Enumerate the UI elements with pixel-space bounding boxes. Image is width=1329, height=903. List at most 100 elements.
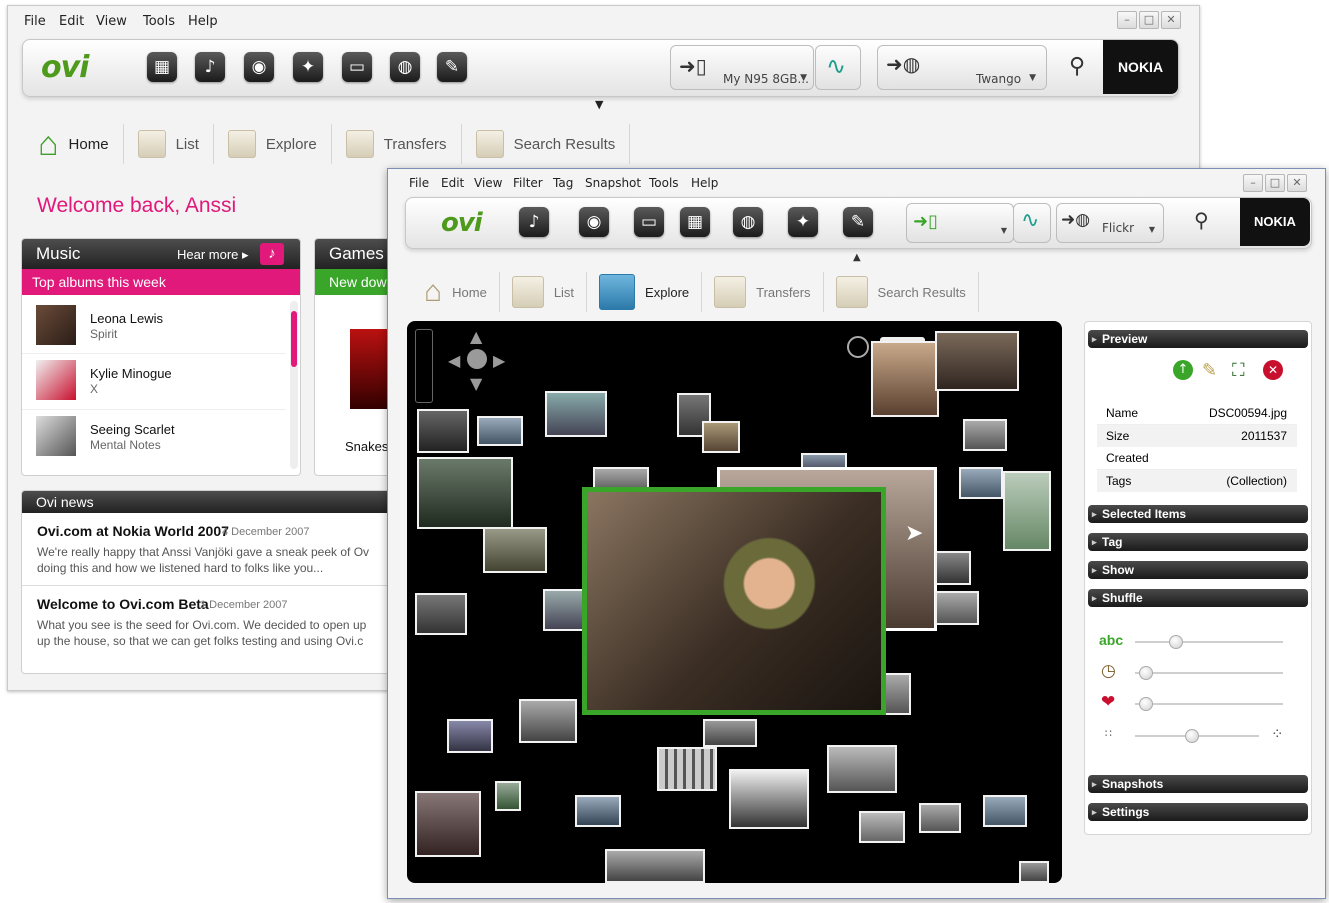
menu-snapshot[interactable]: Snapshot (585, 176, 641, 190)
photo-thumbnail[interactable] (827, 745, 897, 793)
service-selector[interactable]: ➜◍ Twango ▼ (877, 45, 1047, 90)
music-note-icon[interactable]: ♪ (260, 243, 284, 265)
maximize-button[interactable]: □ (1139, 11, 1159, 29)
photo-thumbnail[interactable] (417, 409, 469, 453)
maximize-button[interactable]: □ (1265, 174, 1285, 192)
tab-search-results[interactable]: Search Results (824, 272, 979, 312)
settings-accordion[interactable]: Settings (1088, 803, 1308, 821)
sync-button[interactable]: ∿ (815, 45, 861, 90)
menu-file[interactable]: File (409, 176, 429, 190)
menu-file[interactable]: File (24, 14, 46, 29)
slider-knob[interactable] (1139, 666, 1153, 680)
photo-thumbnail[interactable] (1003, 471, 1051, 551)
menu-edit[interactable]: Edit (441, 176, 464, 190)
photo-thumbnail[interactable] (963, 419, 1007, 451)
show-accordion[interactable]: Show (1088, 561, 1308, 579)
tab-explore[interactable]: Explore (587, 272, 703, 312)
search-icon[interactable]: ⚲ (1194, 208, 1209, 232)
rotate-icon[interactable] (847, 336, 869, 358)
fit-icon[interactable]: ⛶ (1232, 360, 1245, 381)
grid-icon[interactable]: ▦ (147, 52, 177, 82)
photo-thumbnail[interactable] (415, 593, 467, 635)
menu-view[interactable]: View (96, 14, 127, 29)
photo-thumbnail[interactable] (919, 803, 961, 833)
sync-button[interactable]: ∿ (1013, 203, 1051, 243)
tab-transfers[interactable]: Transfers (702, 272, 824, 312)
pan-up-icon[interactable]: ▲ (470, 327, 482, 346)
photo-thumbnail[interactable] (417, 457, 513, 529)
photo-thumbnail[interactable] (935, 331, 1019, 391)
compass-icon[interactable]: ✦ (788, 207, 818, 237)
monitor-icon[interactable]: ▭ (342, 52, 372, 82)
photo-thumbnail[interactable] (447, 719, 493, 753)
photo-thumbnail[interactable] (495, 781, 521, 811)
photo-thumbnail[interactable] (415, 791, 481, 857)
minimize-button[interactable]: – (1243, 174, 1263, 192)
menu-view[interactable]: View (474, 176, 502, 190)
photo-thumbnail[interactable] (871, 341, 939, 417)
menu-edit[interactable]: Edit (59, 14, 84, 29)
tab-list[interactable]: List (124, 124, 214, 164)
tab-transfers[interactable]: Transfers (332, 124, 462, 164)
tag-icon[interactable]: ✎ (1202, 360, 1217, 381)
photo-thumbnail[interactable] (959, 467, 1003, 499)
album-scrollbar[interactable] (290, 301, 298, 469)
tab-home[interactable]: ⌂ Home (412, 272, 500, 312)
shuffle-accordion[interactable]: Shuffle (1088, 589, 1308, 607)
menu-tools[interactable]: Tools (143, 14, 175, 29)
zoom-slider[interactable] (415, 329, 433, 403)
slider-knob[interactable] (1185, 729, 1199, 743)
menu-tools[interactable]: Tools (649, 176, 679, 190)
scrollbar-thumb[interactable] (291, 311, 297, 367)
photo-thumbnail[interactable] (605, 849, 705, 883)
wrench-icon[interactable]: ✎ (437, 52, 467, 82)
pan-right-icon[interactable]: ▶ (493, 351, 505, 370)
selected-photo[interactable] (582, 487, 886, 715)
collapse-arrow-icon[interactable]: ▲ (853, 252, 861, 263)
menu-filter[interactable]: Filter (513, 176, 543, 190)
tab-search-results[interactable]: Search Results (462, 124, 631, 164)
news-headline[interactable]: Ovi.com at Nokia World 2007 (37, 523, 229, 539)
close-button[interactable]: ✕ (1287, 174, 1307, 192)
list-item[interactable]: Kylie Minogue X (22, 354, 286, 410)
compass-icon[interactable]: ✦ (293, 52, 323, 82)
camera-icon[interactable]: ◉ (244, 52, 274, 82)
globe-icon[interactable]: ◍ (733, 207, 763, 237)
hear-more-link[interactable]: Hear more ▸ (177, 247, 249, 263)
photo-thumbnail[interactable] (477, 416, 523, 446)
photo-thumbnail[interactable] (703, 719, 757, 747)
alphabetical-slider[interactable] (1135, 635, 1283, 649)
monitor-icon[interactable]: ▭ (634, 207, 664, 237)
photo-thumbnail[interactable] (729, 769, 809, 829)
game-title[interactable]: Snakes (345, 439, 388, 454)
list-item[interactable]: Leona Lewis Spirit (22, 299, 286, 354)
camera-icon[interactable]: ◉ (579, 207, 609, 237)
slider-knob[interactable] (1169, 635, 1183, 649)
size-slider[interactable] (1135, 729, 1259, 743)
photo-thumbnail[interactable] (543, 589, 587, 631)
preview-accordion[interactable]: Preview (1088, 330, 1308, 348)
list-item[interactable]: Seeing Scarlet Mental Notes (22, 410, 286, 465)
search-icon[interactable]: ⚲ (1069, 54, 1085, 79)
photo-thumbnail[interactable] (702, 421, 740, 453)
tag-accordion[interactable]: Tag (1088, 533, 1308, 551)
device-selector[interactable]: ➜▯ My N95 8GB... ▼ (670, 45, 814, 90)
upload-icon[interactable]: ↑ (1173, 360, 1193, 380)
photo-thumbnail[interactable] (859, 811, 905, 843)
news-item[interactable]: Ovi.com at Nokia World 2007 4 December 2… (22, 513, 442, 586)
minimize-button[interactable]: – (1117, 11, 1137, 29)
tab-home[interactable]: ⌂ Home (24, 124, 124, 164)
photo-thumbnail[interactable] (1019, 861, 1049, 883)
music-icon[interactable]: ♪ (195, 52, 225, 82)
pan-left-icon[interactable]: ◀ (448, 351, 460, 370)
service-selector[interactable]: ➜◍ Flickr ▼ (1056, 203, 1164, 243)
menu-tag[interactable]: Tag (553, 176, 573, 190)
explore-canvas[interactable]: ▲ ◀ ▶ ▼ Fit All (407, 321, 1062, 883)
device-selector[interactable]: ➜▯ ▼ (906, 203, 1014, 243)
delete-icon[interactable]: ✕ (1263, 360, 1283, 380)
favorite-slider[interactable] (1135, 697, 1283, 711)
photo-thumbnail[interactable] (657, 747, 717, 791)
tab-explore[interactable]: Explore (214, 124, 332, 164)
date-slider[interactable] (1135, 666, 1283, 680)
slider-knob[interactable] (1139, 697, 1153, 711)
